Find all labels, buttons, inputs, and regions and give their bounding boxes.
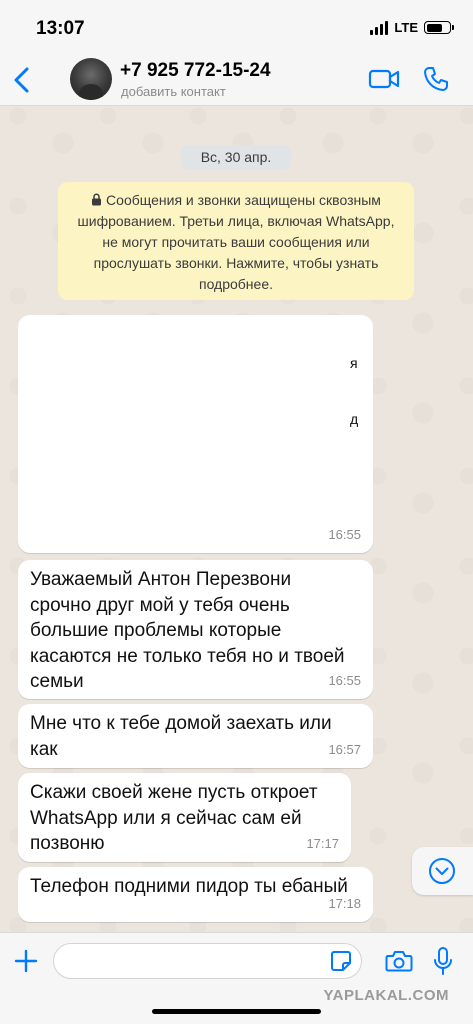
message-bubble[interactable]: Уважаемый Антон Перезвони срочно друг мо… [18,560,373,699]
scroll-to-bottom-button[interactable] [412,847,473,895]
battery-fill [426,23,443,32]
encryption-notice[interactable]: Сообщения и звонки защищены сквозным шиф… [58,182,414,300]
message-text: Уважаемый Антон Перезвони срочно друг мо… [30,569,345,692]
message-bubble[interactable]: Мне что к тебе домой заехать или как 16:… [18,704,373,768]
sticker-icon[interactable] [330,950,352,972]
status-bar: 13:07 LTE [0,0,473,54]
chevron-down-circle-icon [429,858,455,884]
encryption-notice-text: Сообщения и звонки защищены сквозным шиф… [77,192,395,292]
message-bubble[interactable]: Телефон подними пидор ты ебаный 17:18 [18,867,373,922]
network-label: LTE [394,20,418,35]
home-indicator [152,1009,321,1014]
message-input[interactable] [53,943,362,979]
contact-name[interactable]: +7 925 772-15-24 [120,60,271,82]
date-label: Вс, 30 апр. [181,145,291,170]
message-text: Мне что к тебе домой заехать или как [30,713,332,760]
lock-icon [92,193,102,206]
message-time: 16:55 [328,672,361,688]
message-time: 17:18 [328,895,361,911]
chevron-left-icon[interactable] [12,66,32,94]
signal-icon [370,20,389,35]
battery-icon [424,21,454,34]
watermark: YAPLAKAL.COM [323,987,449,1004]
phone-icon[interactable] [423,66,449,92]
message-time: 16:57 [328,741,361,757]
redacted-fragment: д [350,411,359,427]
redacted-fragment: я [350,355,358,371]
message-bubble[interactable]: Скажи своей жене пусть откроет WhatsApp … [18,773,351,862]
plus-icon[interactable] [14,949,38,973]
message-time: 17:17 [306,835,339,851]
message-bubble-redacted[interactable]: я д 16:55 [18,315,373,553]
chat-area[interactable]: Вс, 30 апр. Сообщения и звонки защищены … [0,107,473,932]
message-text: Телефон подними пидор ты ебаный [30,876,348,897]
message-text: Скажи своей жене пусть откроет WhatsApp … [30,782,318,854]
input-bar: YAPLAKAL.COM [0,932,473,1024]
chat-header: +7 925 772-15-24 добавить контакт [0,54,473,106]
status-time: 13:07 [36,18,85,39]
message-time: 16:55 [328,526,361,542]
microphone-icon[interactable] [433,946,453,976]
video-camera-icon[interactable] [368,68,400,90]
camera-icon[interactable] [385,949,413,973]
avatar[interactable] [70,58,112,100]
status-indicators: LTE [370,20,454,35]
add-contact-link[interactable]: добавить контакт [121,84,226,99]
